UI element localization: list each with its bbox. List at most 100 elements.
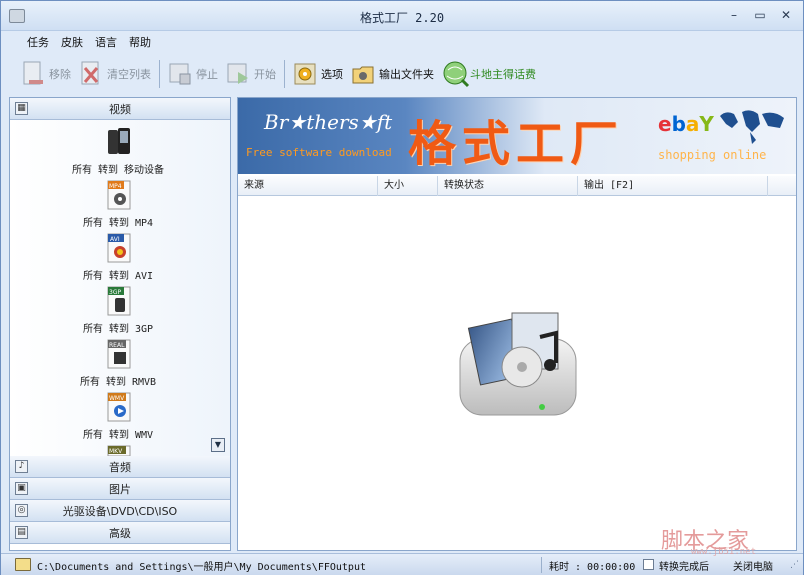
svg-text:MKV: MKV <box>109 448 123 455</box>
mobile-device-icon <box>104 126 132 158</box>
video-item-wmv[interactable]: WMV 所有 转到 WMV <box>10 391 226 441</box>
category-image-label: 图片 <box>109 482 131 496</box>
promo-link[interactable]: 斗地主得话费 <box>442 57 536 91</box>
category-audio-label: 音频 <box>109 460 131 474</box>
window-title: 格式工厂 2.20 <box>359 11 445 25</box>
real-file-icon: REAL <box>104 338 132 370</box>
elapsed-time: 耗时 : 00:00:00 <box>549 562 636 573</box>
watermark-url: www.jb51.net <box>691 547 757 557</box>
category-advanced-label: 高级 <box>109 526 131 540</box>
video-format-list: 所有 转到 移动设备 MP4 所有 转到 MP4 AVI 所有 转到 AVI 3… <box>10 120 230 456</box>
ebay-logo: ebaY <box>658 112 714 136</box>
after-complete-checkbox[interactable] <box>643 559 654 570</box>
task-table-header: 来源 大小 转换状态 输出 [F2] <box>238 176 796 196</box>
clear-list-button[interactable]: 清空列表 <box>79 57 151 91</box>
svg-text:MP4: MP4 <box>109 183 122 190</box>
promo-label: 斗地主得话费 <box>470 68 536 81</box>
column-source[interactable]: 来源 <box>238 176 378 196</box>
gear-icon <box>293 60 317 88</box>
category-image[interactable]: ▣ 图片 <box>10 478 230 500</box>
close-button[interactable]: ✕ <box>779 8 793 22</box>
output-folder-icon[interactable] <box>15 558 31 571</box>
output-path: C:\Documents and Settings\一般用户\My Docume… <box>37 562 366 573</box>
video-item-rmvb[interactable]: REAL 所有 转到 RMVB <box>10 338 226 388</box>
avi-file-icon: AVI <box>104 232 132 264</box>
svg-text:REAL: REAL <box>109 342 125 349</box>
category-panel: ▦ 视频 所有 转到 移动设备 MP4 所有 转到 MP4 AVI 所有 转到 <box>9 97 231 551</box>
video-item-avi[interactable]: AVI 所有 转到 AVI <box>10 232 226 282</box>
column-status[interactable]: 转换状态 <box>438 176 578 196</box>
video-item-label: 所有 转到 WMV <box>82 430 154 441</box>
picture-icon: ▣ <box>15 482 28 495</box>
video-item-label: 所有 转到 AVI <box>82 271 154 282</box>
remove-label: 移除 <box>49 68 71 81</box>
clear-list-icon <box>79 60 103 88</box>
mkv-file-icon: MKV <box>104 444 132 456</box>
shutdown-select[interactable]: 关闭电脑 <box>733 558 773 573</box>
video-item-mkv[interactable]: MKV <box>10 444 226 456</box>
mp4-file-icon: MP4 <box>104 179 132 211</box>
film-icon: ▦ <box>15 102 28 115</box>
menu-bar: 任务 皮肤 语言 帮助 <box>1 31 803 53</box>
start-button[interactable]: 开始 <box>226 57 276 91</box>
svg-text:3GP: 3GP <box>109 289 121 296</box>
video-item-label: 所有 转到 RMVB <box>79 377 157 388</box>
output-folder-button[interactable]: 输出文件夹 <box>351 57 434 91</box>
music-note-icon: ♪ <box>15 460 28 473</box>
task-list[interactable] <box>238 197 796 550</box>
menu-skin[interactable]: 皮肤 <box>55 32 89 52</box>
3gp-file-icon: 3GP <box>104 285 132 317</box>
category-advanced[interactable]: ▤ 高级 <box>10 522 230 544</box>
output-folder-label: 输出文件夹 <box>379 68 434 81</box>
task-panel: Br★thers★ft Free software download 格式工厂 … <box>237 97 797 551</box>
after-complete-label: 转换完成后 <box>659 562 709 573</box>
video-item-label: 所有 转到 3GP <box>82 324 154 335</box>
title-bar: 格式工厂 2.20 – ▭ ✕ <box>1 1 803 31</box>
category-video-label: 视频 <box>109 102 131 116</box>
wmv-file-icon: WMV <box>104 391 132 423</box>
toolbar-separator <box>284 60 285 88</box>
status-bar: C:\Documents and Settings\一般用户\My Docume… <box>1 553 803 575</box>
ad-banner[interactable]: Br★thers★ft Free software download 格式工厂 … <box>238 98 796 174</box>
stop-button[interactable]: 停止 <box>168 57 218 91</box>
video-item-label: 所有 转到 MP4 <box>82 218 154 229</box>
app-window: 格式工厂 2.20 – ▭ ✕ 任务 皮肤 语言 帮助 移除 清空列表 停止 开… <box>0 0 804 575</box>
brothersoft-logo: Br★thers★ft <box>264 110 393 134</box>
clear-list-label: 清空列表 <box>107 68 151 81</box>
options-button[interactable]: 选项 <box>293 57 343 91</box>
options-label: 选项 <box>321 68 343 81</box>
banner-tagline: Free software download <box>246 146 392 159</box>
maximize-button[interactable]: ▭ <box>753 8 767 22</box>
svg-text:WMV: WMV <box>109 395 125 402</box>
menu-language[interactable]: 语言 <box>89 32 123 52</box>
stop-label: 停止 <box>196 68 218 81</box>
format-factory-logo <box>459 312 577 416</box>
column-size[interactable]: 大小 <box>378 176 438 196</box>
video-item-mp4[interactable]: MP4 所有 转到 MP4 <box>10 179 226 229</box>
folder-icon <box>351 60 375 88</box>
world-map-icon <box>720 110 784 144</box>
banner-title: 格式工厂 <box>408 116 625 172</box>
menu-task[interactable]: 任务 <box>21 32 55 52</box>
disc-icon: ◎ <box>15 504 28 517</box>
resize-grip[interactable]: ⋰ <box>790 560 799 570</box>
stop-icon <box>168 60 192 88</box>
video-item-mobile[interactable]: 所有 转到 移动设备 <box>10 126 226 176</box>
minimize-button[interactable]: – <box>727 8 741 22</box>
toolbar: 移除 清空列表 停止 开始 选项 输出文件夹 斗地主得话费 <box>1 53 803 95</box>
category-video[interactable]: ▦ 视频 <box>10 98 230 120</box>
category-rom[interactable]: ◎ 光驱设备\DVD\CD\ISO <box>10 500 230 522</box>
remove-button[interactable]: 移除 <box>21 57 71 91</box>
video-item-3gp[interactable]: 3GP 所有 转到 3GP <box>10 285 226 335</box>
start-label: 开始 <box>254 68 276 81</box>
menu-help[interactable]: 帮助 <box>123 32 157 52</box>
start-icon <box>226 60 250 88</box>
category-rom-label: 光驱设备\DVD\CD\ISO <box>62 504 178 518</box>
remove-icon <box>21 60 45 88</box>
globe-icon <box>442 60 470 88</box>
category-audio[interactable]: ♪ 音频 <box>10 456 230 478</box>
scroll-down-button[interactable]: ▼ <box>211 438 225 452</box>
svg-text:AVI: AVI <box>110 236 120 243</box>
advanced-icon: ▤ <box>15 526 28 539</box>
column-output[interactable]: 输出 [F2] <box>578 176 768 196</box>
